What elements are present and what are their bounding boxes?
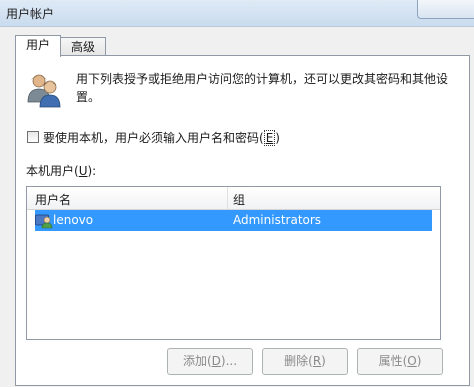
title-bar[interactable]: 用户帐户 <box>0 0 474 26</box>
require-password-label[interactable]: 要使用本机，用户必须输入用户名和密码(E) <box>43 129 280 146</box>
window-title: 用户帐户 <box>6 7 55 21</box>
tab-advanced[interactable]: 高级 <box>60 37 106 57</box>
list-header: 用户名 组 <box>27 187 440 210</box>
require-password-checkbox[interactable] <box>27 131 39 143</box>
properties-button[interactable]: 属性(O) <box>357 348 443 375</box>
tab-users[interactable]: 用户 <box>15 35 61 57</box>
column-separator[interactable] <box>227 187 228 209</box>
add-button[interactable]: 添加(D)... <box>167 348 253 375</box>
table-row[interactable]: lenovo Administrators <box>35 210 432 231</box>
remove-button[interactable]: 删除(R) <box>262 348 348 375</box>
users-icon <box>27 74 61 108</box>
row-group: Administrators <box>233 213 322 227</box>
close-button[interactable] <box>417 0 474 19</box>
column-header-group[interactable]: 组 <box>233 191 245 208</box>
users-list[interactable]: 用户名 组 lenovo Administrators <box>26 186 441 340</box>
row-username: lenovo <box>53 213 94 227</box>
description-text: 用下列表授予或拒绝用户访问您的计算机，还可以更改其密码和其他设置。 <box>76 72 449 104</box>
column-header-username[interactable]: 用户名 <box>35 191 71 208</box>
local-users-label: 本机用户(U): <box>26 164 97 178</box>
